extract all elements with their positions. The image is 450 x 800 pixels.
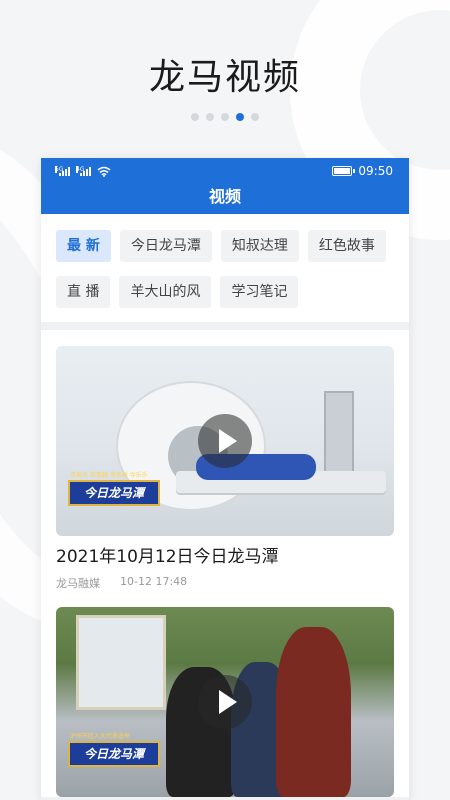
- app-bar: 5G 4G 09:50 视频: [41, 158, 409, 214]
- wifi-icon: [97, 166, 111, 177]
- status-time: 09:50: [358, 164, 393, 178]
- tab-red-stories[interactable]: 红色故事: [307, 230, 386, 262]
- news-caption: 寺发光 寺宽越 寺东祥 寺乐乐: [70, 472, 148, 479]
- page-indicator: [0, 113, 450, 121]
- phone-screen: 5G 4G 09:50 视频 最 新 今日龙马潭 知叔达理 红色故事 直 播 羊…: [41, 158, 409, 800]
- signal-icon: 5G: [55, 166, 70, 176]
- program-logo: 今日龙马潭: [68, 741, 160, 767]
- tab-today-longmatan[interactable]: 今日龙马潭: [119, 230, 212, 262]
- video-title[interactable]: 2021年10月12日今日龙马潭: [56, 546, 394, 568]
- video-time: 10-12 17:48: [120, 575, 188, 588]
- news-caption: 泸州市区人大代表选举: [70, 733, 131, 740]
- tab-study-notes[interactable]: 学习笔记: [220, 276, 299, 308]
- battery-icon: [332, 166, 356, 176]
- tab-zhishu-dali[interactable]: 知叔达理: [220, 230, 299, 262]
- page-dot-1[interactable]: [191, 113, 199, 121]
- category-tabs: 最 新 今日龙马潭 知叔达理 红色故事 直 播 羊大山的风 学习笔记: [41, 214, 409, 322]
- page-dot-3[interactable]: [221, 113, 229, 121]
- video-source: 龙马融媒: [56, 577, 100, 590]
- page-title: 视频: [208, 187, 241, 206]
- video-thumbnail[interactable]: 寺发光 寺宽越 寺东祥 寺乐乐 今日龙马潭: [56, 346, 394, 536]
- video-feed: 寺发光 寺宽越 寺东祥 寺乐乐 今日龙马潭 2021年10月12日今日龙马潭 龙…: [41, 330, 409, 797]
- page-dot-2[interactable]: [206, 113, 214, 121]
- page-dot-5[interactable]: [251, 113, 259, 121]
- status-bar: 5G 4G 09:50: [41, 158, 409, 184]
- page-dot-4-active[interactable]: [236, 113, 244, 121]
- tab-live[interactable]: 直 播: [56, 276, 111, 308]
- video-card[interactable]: 寺发光 寺宽越 寺东祥 寺乐乐 今日龙马潭 2021年10月12日今日龙马潭 龙…: [56, 346, 394, 591]
- program-logo: 今日龙马潭: [68, 480, 160, 506]
- signal-icon: 4G: [76, 166, 91, 176]
- promo-title: 龙马视频: [148, 57, 301, 98]
- tab-latest[interactable]: 最 新: [56, 230, 111, 262]
- play-icon[interactable]: [198, 675, 252, 729]
- video-thumbnail[interactable]: 泸州市区人大代表选举 今日龙马潭: [56, 607, 394, 797]
- video-card[interactable]: 泸州市区人大代表选举 今日龙马潭: [56, 607, 394, 797]
- tab-yangdashan[interactable]: 羊大山的风: [119, 276, 212, 308]
- play-icon[interactable]: [198, 414, 252, 468]
